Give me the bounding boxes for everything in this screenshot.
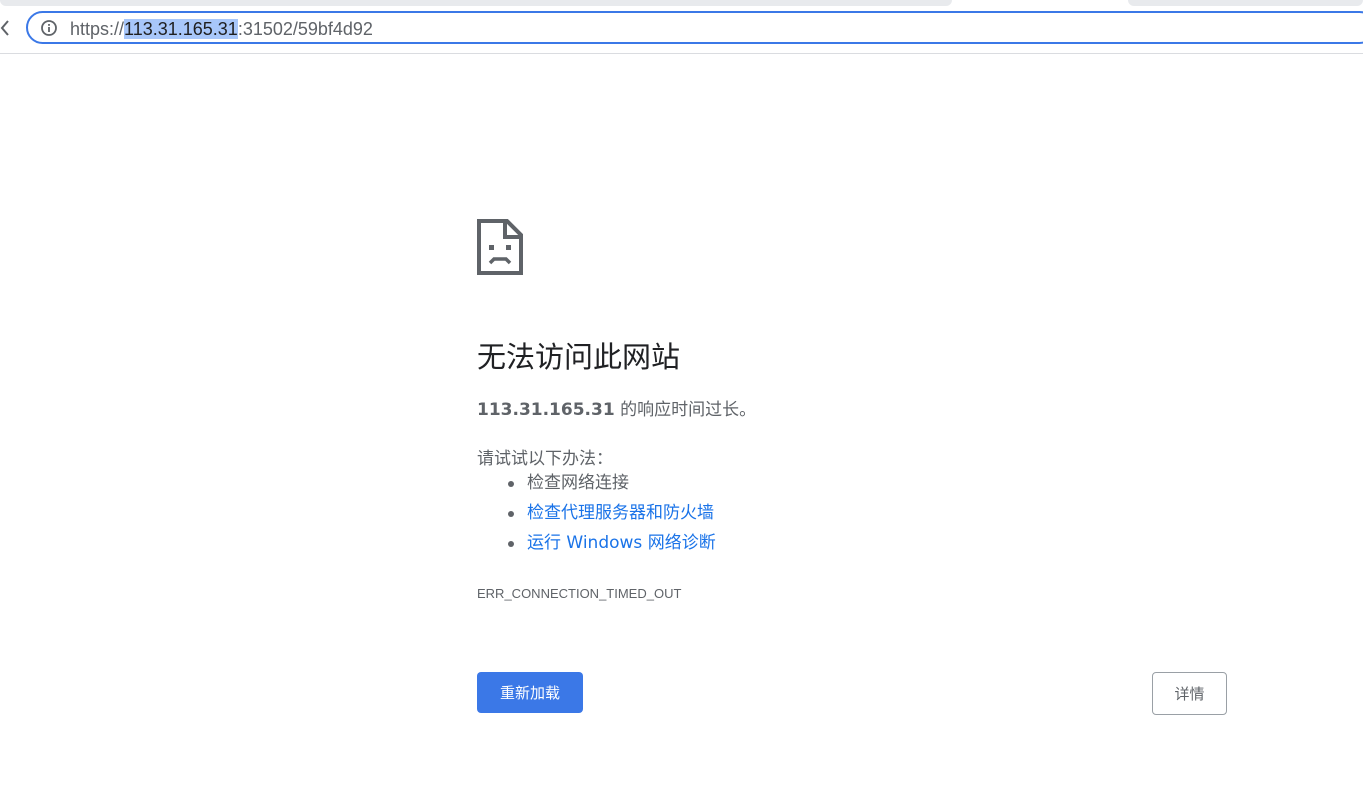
info-icon[interactable] (40, 19, 58, 37)
suggestion-network-diagnostics-link[interactable]: 运行 Windows 网络诊断 (477, 531, 716, 561)
tab-strip-edge[interactable] (0, 0, 952, 6)
error-code: ERR_CONNECTION_TIMED_OUT (477, 586, 682, 601)
details-button[interactable]: 详情 (1152, 672, 1227, 715)
suggestion-check-proxy-link[interactable]: 检查代理服务器和防火墙 (477, 501, 716, 531)
error-summary: 113.31.165.31 的响应时间过长。 (477, 395, 756, 420)
address-bar[interactable]: https://113.31.165.31:31502/59bf4d92 (26, 11, 1363, 44)
page-title: 无法访问此网站 (477, 340, 681, 374)
error-page: 无法访问此网站 113.31.165.31 的响应时间过长。 请试试以下办法： … (477, 219, 1237, 715)
back-arrow-icon (0, 20, 9, 36)
url-text[interactable]: https://113.31.165.31:31502/59bf4d92 (70, 19, 373, 39)
reload-button[interactable]: 重新加载 (477, 672, 583, 713)
url-path: :31502/59bf4d92 (237, 19, 373, 39)
url-host-selected: 113.31.165.31 (124, 19, 238, 39)
summary-text: 的响应时间过长。 (614, 400, 757, 420)
sad-page-icon (477, 219, 523, 275)
browser-toolbar: https://113.31.165.31:31502/59bf4d92 (0, 0, 1363, 54)
back-button[interactable] (0, 15, 14, 41)
suggestions-list: 检查网络连接 检查代理服务器和防火墙 运行 Windows 网络诊断 (477, 471, 716, 561)
url-scheme: https:// (70, 19, 125, 39)
tab-strip-edge-right[interactable] (1128, 0, 1363, 6)
suggestions-intro: 请试试以下办法： (477, 449, 613, 469)
suggestion-check-connection: 检查网络连接 (477, 471, 716, 501)
summary-host: 113.31.165.31 (477, 400, 615, 420)
